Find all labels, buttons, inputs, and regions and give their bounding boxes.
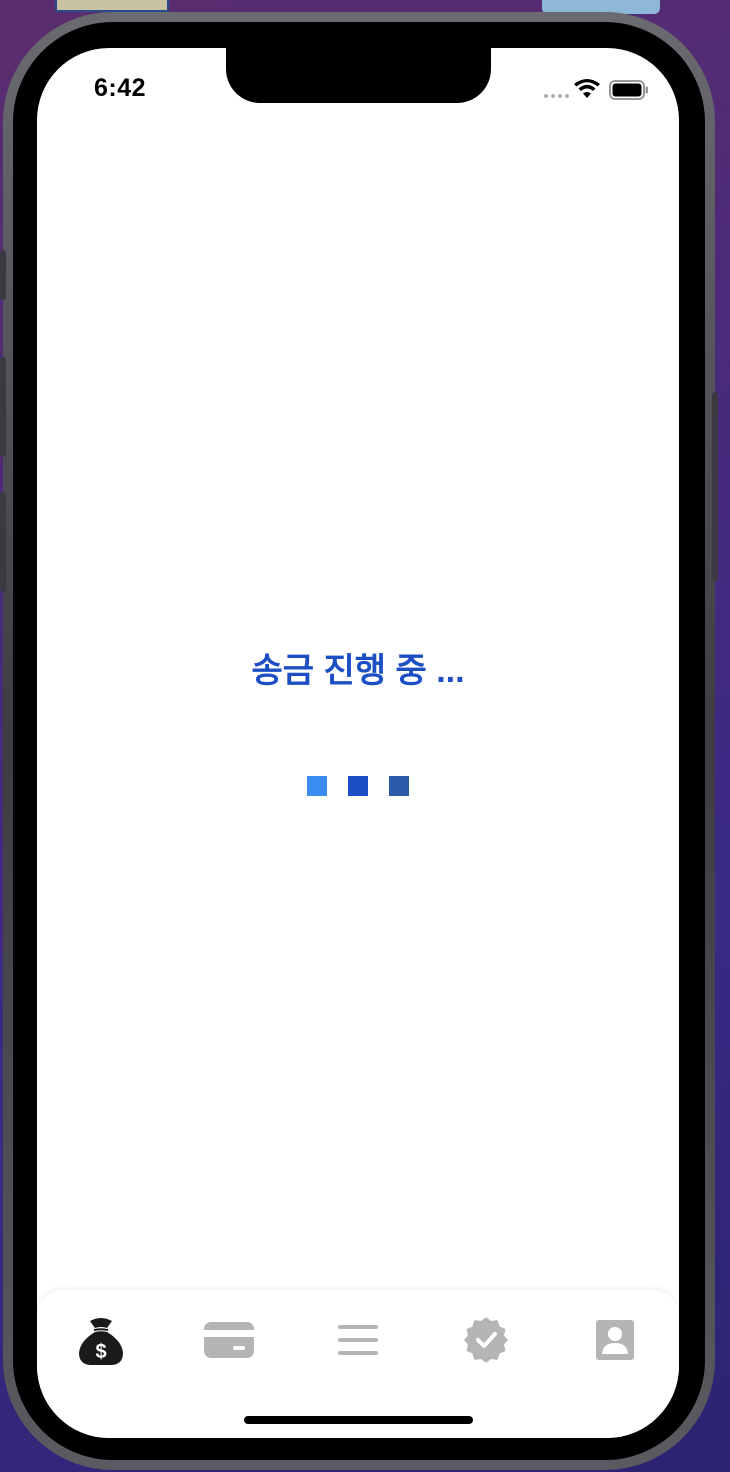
credit-card-icon xyxy=(204,1322,254,1358)
tab-cards[interactable] xyxy=(194,1310,264,1370)
status-time: 6:42 xyxy=(94,74,147,102)
app-screen: 6:42 송금 진행 중 ... $ xyxy=(37,48,679,1438)
tab-verify[interactable] xyxy=(451,1310,521,1370)
contact-icon xyxy=(596,1320,634,1360)
background-window-thumbnail xyxy=(55,0,169,12)
volume-down-button xyxy=(0,492,6,592)
mute-switch xyxy=(0,250,6,300)
volume-up-button xyxy=(0,357,6,457)
loader-square-3 xyxy=(389,776,409,796)
menu-icon xyxy=(338,1325,378,1355)
signal-dots-icon xyxy=(544,94,569,98)
notch xyxy=(226,48,491,103)
power-button xyxy=(712,392,718,582)
loader-square-2 xyxy=(348,776,368,796)
home-indicator[interactable] xyxy=(244,1416,473,1424)
tab-profile[interactable] xyxy=(580,1310,650,1370)
svg-text:$: $ xyxy=(95,1341,106,1363)
money-bag-icon: $ xyxy=(79,1318,123,1365)
tab-transfer[interactable]: $ xyxy=(66,1310,136,1370)
tab-menu[interactable] xyxy=(323,1310,393,1370)
battery-icon xyxy=(609,80,648,100)
wifi-icon xyxy=(574,79,600,98)
verified-badge-icon xyxy=(464,1317,508,1363)
transfer-progress-title: 송금 진행 중 ... xyxy=(251,652,465,690)
loading-indicator xyxy=(307,776,409,796)
loader-square-1 xyxy=(307,776,327,796)
